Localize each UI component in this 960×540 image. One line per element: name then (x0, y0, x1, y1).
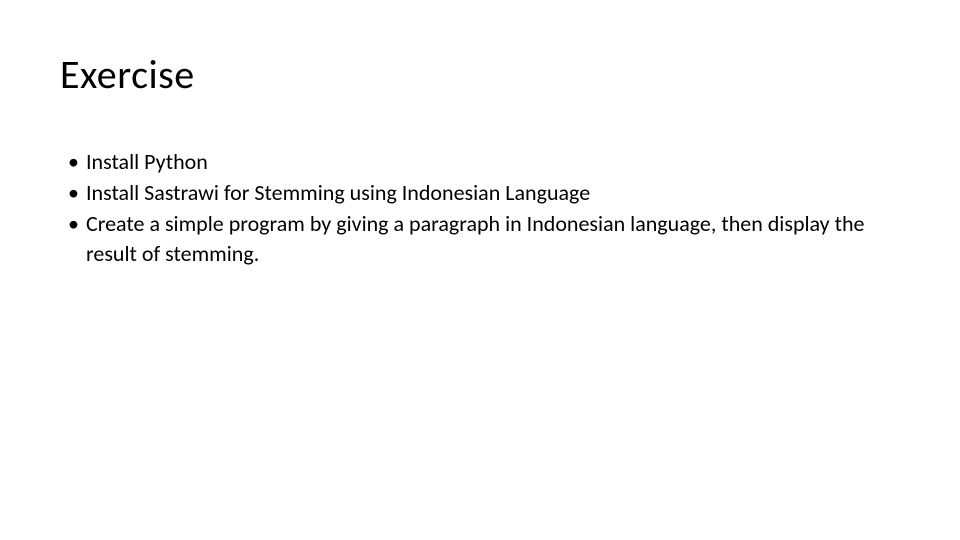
bullet-list: Install Python Install Sastrawi for Stem… (60, 147, 900, 270)
bullet-text: Install Sastrawi for Stemming using Indo… (86, 179, 590, 206)
list-item: Create a simple program by giving a para… (68, 209, 900, 271)
slide-title: Exercise (60, 50, 900, 99)
list-item: Install Python (68, 147, 900, 178)
bullet-text: Create a simple program by giving a para… (86, 210, 865, 268)
bullet-text: Install Python (86, 148, 208, 175)
list-item: Install Sastrawi for Stemming using Indo… (68, 178, 900, 209)
